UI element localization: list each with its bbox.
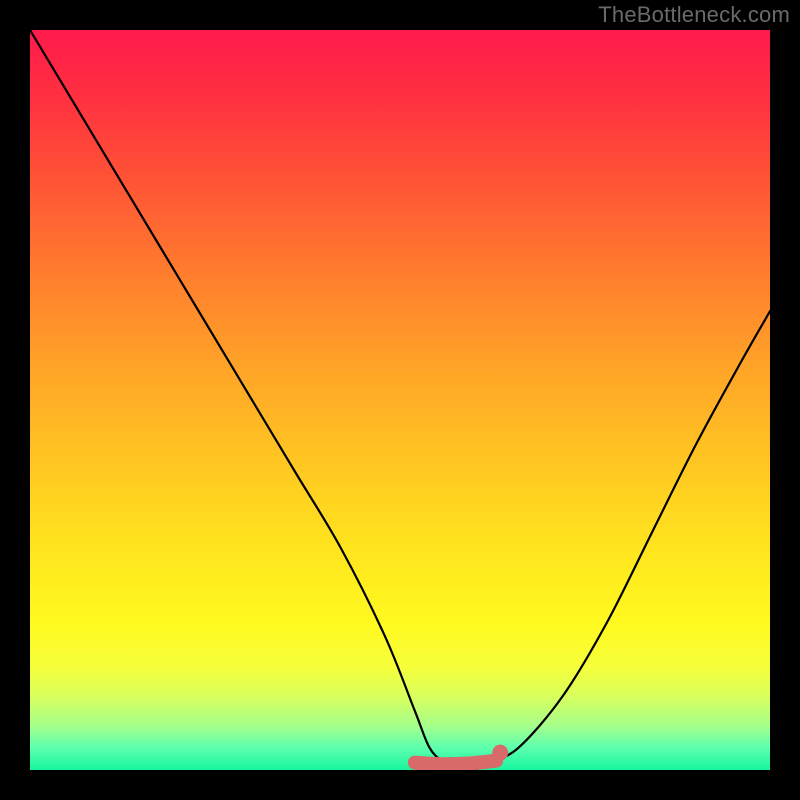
watermark-text: TheBottleneck.com	[598, 2, 790, 28]
bottleneck-curve-line	[30, 30, 770, 770]
bottleneck-curve-svg	[30, 30, 770, 770]
highlight-end-dot	[492, 745, 508, 761]
chart-frame: TheBottleneck.com	[0, 0, 800, 800]
minimum-highlight	[415, 761, 496, 765]
plot-area	[30, 30, 770, 770]
